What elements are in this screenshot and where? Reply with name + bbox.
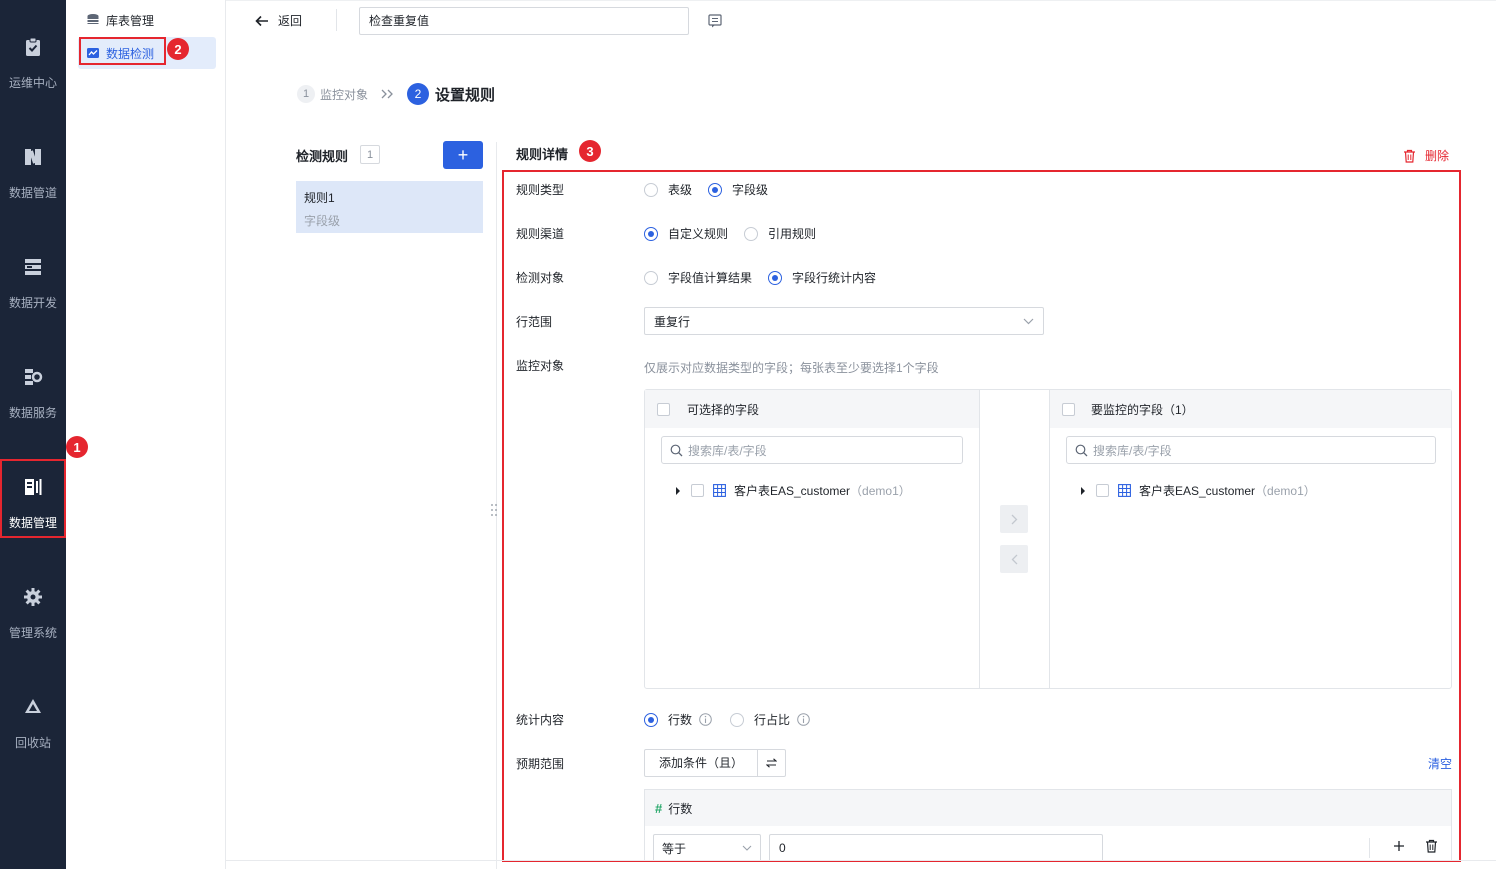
gear-icon bbox=[22, 586, 44, 608]
subnav-item-table-manage[interactable]: 库表管理 bbox=[78, 5, 216, 35]
nav-item-label: 数据服务 bbox=[8, 406, 57, 420]
rule-level: 字段级 bbox=[304, 214, 341, 228]
divider bbox=[336, 9, 337, 31]
nav-item-label: 回收站 bbox=[14, 736, 51, 750]
delete-rule-button[interactable]: 删除 bbox=[1403, 147, 1449, 164]
nav-item-data-service[interactable]: 数据服务 bbox=[0, 366, 66, 450]
step-label: 设置规则 bbox=[435, 86, 496, 104]
secondary-sidebar: 库表管理 数据检测 bbox=[66, 0, 226, 869]
arrow-left-icon bbox=[255, 15, 269, 27]
rule-list-item[interactable]: 规则1 字段级 bbox=[296, 181, 483, 233]
main-navigation: 运维中心 数据管道 数据开发 数据服务 数据管理 管理系统 回收站 bbox=[0, 0, 66, 869]
nav-item-data-dev[interactable]: 数据开发 bbox=[0, 256, 66, 340]
annotation-badge: 3 bbox=[579, 140, 601, 162]
rule-title-input[interactable]: 检查重复值 bbox=[359, 7, 689, 35]
annotation-box-nav bbox=[0, 459, 66, 538]
delete-label: 删除 bbox=[1425, 149, 1450, 163]
recycle-icon bbox=[22, 696, 44, 718]
nav-item-data-pipeline[interactable]: 数据管道 bbox=[0, 146, 66, 230]
detail-title: 规则详情 bbox=[516, 147, 569, 162]
rules-panel-title: 检测规则 bbox=[296, 149, 349, 164]
resize-handle-icon[interactable] bbox=[489, 502, 499, 518]
comment-icon[interactable] bbox=[708, 14, 722, 31]
subnav-item-label: 库表管理 bbox=[106, 13, 155, 28]
nav-item-label: 管理系统 bbox=[8, 626, 57, 640]
back-label: 返回 bbox=[278, 14, 303, 28]
annotation-badge: 2 bbox=[167, 38, 189, 60]
nav-item-system[interactable]: 管理系统 bbox=[0, 586, 66, 670]
step-label: 监控对象 bbox=[320, 87, 369, 102]
clipboard-check-icon bbox=[22, 36, 44, 58]
nav-item-recycle[interactable]: 回收站 bbox=[0, 696, 66, 780]
bottom-border bbox=[226, 860, 1496, 861]
steps-bar: 1 监控对象 2 设置规则 bbox=[297, 83, 495, 105]
pipeline-icon bbox=[22, 146, 44, 168]
rule-name: 规则1 bbox=[304, 191, 335, 205]
nav-item-label: 数据管道 bbox=[8, 186, 57, 200]
back-button[interactable]: 返回 bbox=[255, 12, 302, 29]
rules-count-badge: 1 bbox=[360, 145, 380, 164]
nav-item-label: 运维中心 bbox=[8, 76, 57, 90]
annotation-badge: 1 bbox=[66, 436, 88, 458]
add-rule-button[interactable]: + bbox=[443, 141, 483, 169]
stack-icon bbox=[22, 256, 44, 278]
step-number: 2 bbox=[407, 83, 430, 105]
step-number: 1 bbox=[297, 85, 315, 103]
double-chevron-icon bbox=[381, 89, 395, 99]
service-icon bbox=[22, 366, 44, 388]
nav-item-label: 数据开发 bbox=[8, 296, 57, 310]
annotation-box-subnav bbox=[79, 37, 166, 65]
trash-icon bbox=[1403, 149, 1416, 163]
top-border bbox=[226, 0, 1496, 1]
database-icon bbox=[86, 13, 100, 27]
annotation-box-detail bbox=[502, 170, 1461, 862]
nav-item-ops-center[interactable]: 运维中心 bbox=[0, 36, 66, 120]
